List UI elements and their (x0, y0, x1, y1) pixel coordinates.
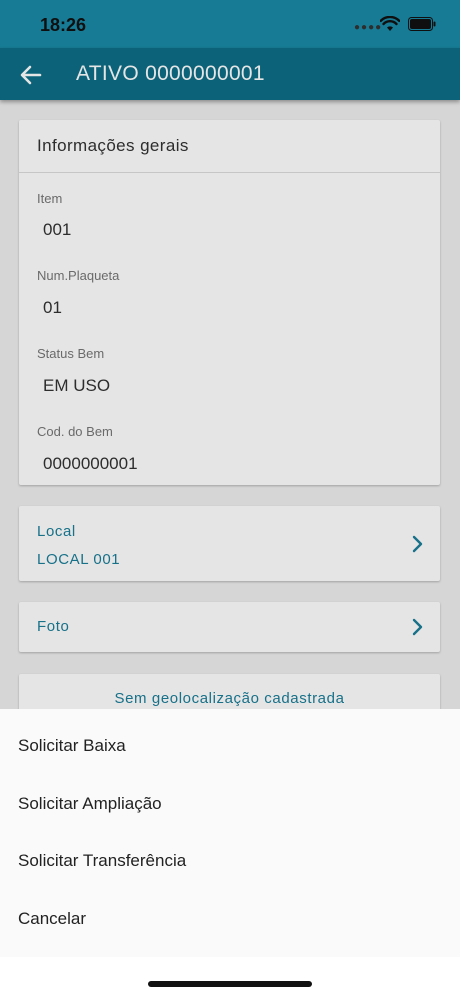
option-solicitar-ampliacao[interactable]: Solicitar Ampliação (18, 794, 162, 814)
home-area (0, 957, 460, 996)
option-solicitar-transferencia[interactable]: Solicitar Transferência (18, 851, 186, 871)
home-indicator[interactable] (148, 981, 312, 987)
option-solicitar-baixa[interactable]: Solicitar Baixa (18, 736, 126, 756)
option-cancelar[interactable]: Cancelar (18, 909, 86, 929)
action-sheet: Solicitar Baixa Solicitar Ampliação Soli… (0, 709, 460, 957)
